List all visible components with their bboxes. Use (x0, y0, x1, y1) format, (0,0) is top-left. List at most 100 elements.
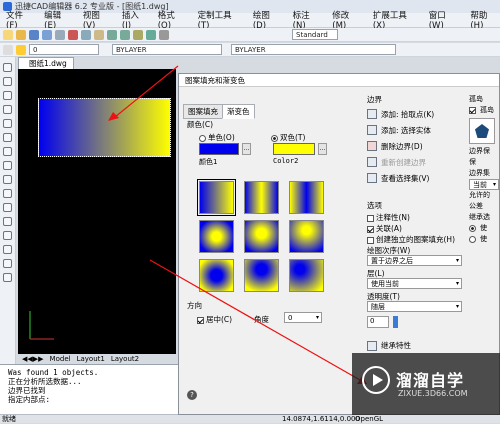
lineweight-combo[interactable]: BYLAYER (231, 44, 396, 55)
document-tab[interactable]: 图纸1.dwg (18, 57, 74, 69)
color1-browse-button[interactable]: … (242, 143, 251, 155)
cut-icon[interactable] (68, 29, 78, 40)
drawing-canvas[interactable] (18, 69, 176, 354)
region-tool-icon[interactable] (3, 203, 12, 212)
annotative-check[interactable] (367, 214, 374, 222)
line-tool-icon[interactable] (3, 63, 12, 72)
gradient-tool-icon[interactable] (3, 189, 12, 198)
boundary-set-select[interactable]: 当前 (469, 179, 499, 190)
islands-panel-partial: 孤岛 孤岛 边界保 保 边界集 当前 允许的 公差 继承选 使 使 (469, 94, 500, 245)
remove-boundary-button[interactable]: 删除边界(D) (367, 138, 465, 154)
hatch-tool-icon[interactable] (3, 175, 12, 184)
status-bar: 就绪 14.0874,1.6114,0.000 OpenGL (0, 414, 500, 423)
view-selection-button[interactable]: 查看选择集(V) (367, 170, 465, 186)
polygon-tool-icon[interactable] (3, 133, 12, 142)
gradient-pattern-invcylinder[interactable] (289, 181, 324, 214)
radio-single[interactable] (199, 134, 206, 142)
transparency-slider-thumb[interactable] (393, 316, 398, 328)
color1-swatch[interactable] (199, 143, 239, 155)
tab-layout2[interactable]: Layout2 (109, 355, 141, 363)
annotative-option[interactable]: 注释性(N) (367, 212, 465, 223)
center-checkbox[interactable]: 居中(C) (197, 314, 232, 325)
spline-tool-icon[interactable] (3, 161, 12, 170)
properties-icon[interactable] (159, 29, 169, 40)
layer-manager-icon[interactable] (3, 44, 13, 55)
island-style-preview[interactable] (469, 118, 495, 144)
associative-option[interactable]: 关联(A) (367, 223, 465, 234)
tab-gradient[interactable]: 渐变色 (222, 104, 255, 119)
table-tool-icon[interactable] (3, 217, 12, 226)
radio-single-label: 单色(O) (208, 133, 235, 142)
block-tool-icon[interactable] (3, 245, 12, 254)
gradient-pattern-invcurved[interactable] (289, 259, 324, 292)
color2-swatch[interactable] (273, 143, 315, 155)
standard-toolbar: Standard (0, 28, 500, 42)
associative-check[interactable] (367, 225, 374, 233)
select-objects-label: 添加: 选择实体 (381, 125, 431, 135)
layer-select[interactable]: 使用当前 (367, 278, 462, 289)
gradient-hatch-rectangle[interactable] (38, 98, 171, 157)
undo-icon[interactable] (107, 29, 117, 40)
open-file-icon[interactable] (16, 29, 26, 40)
tab-hatch[interactable]: 图案填充 (183, 104, 223, 119)
gradient-pattern-hemispherical[interactable] (244, 220, 279, 253)
point-tool-icon[interactable] (3, 259, 12, 268)
polyline-tool-icon[interactable] (3, 77, 12, 86)
save-icon[interactable] (29, 29, 39, 40)
help-icon[interactable]: ? (187, 390, 197, 400)
center-check[interactable] (197, 316, 204, 324)
draw-order-select[interactable]: 置于边界之后 (367, 255, 462, 266)
angle-select[interactable]: 0 (284, 312, 322, 323)
separate-hatch-check[interactable] (367, 236, 374, 244)
rectangle-tool-icon[interactable] (3, 119, 12, 128)
copy-icon[interactable] (81, 29, 91, 40)
tab-nav-arrows[interactable]: ◀◀▶▶ (20, 355, 46, 363)
opengl-indicator[interactable]: OpenGL (355, 415, 383, 423)
inherit-option-radio[interactable] (469, 236, 476, 243)
tab-model[interactable]: Model (48, 355, 73, 363)
gradient-pattern-cylinder[interactable] (244, 181, 279, 214)
redo-icon[interactable] (120, 29, 130, 40)
command-window[interactable]: Was found 1 objects. 正在分析所选数据... 边界已找到 指… (0, 364, 180, 415)
paste-icon[interactable] (94, 29, 104, 40)
far-line: 继承选 (469, 213, 490, 221)
color2-browse-button[interactable]: … (318, 143, 327, 155)
select-objects-button[interactable]: 添加: 选择实体 (367, 122, 465, 138)
ellipse-tool-icon[interactable] (3, 147, 12, 156)
pan-icon[interactable] (133, 29, 143, 40)
direction-group: 方向 (187, 300, 202, 311)
arc-tool-icon[interactable] (3, 105, 12, 114)
text-style-combo[interactable]: Standard (292, 29, 338, 40)
separate-hatch-option[interactable]: 创建独立的图案填充(H) (367, 234, 465, 245)
inherit-option-radio[interactable] (469, 225, 476, 232)
radio-single-color[interactable]: 单色(O) (199, 132, 235, 143)
islands-check[interactable] (469, 107, 476, 114)
gradient-pattern-spherical[interactable] (199, 220, 234, 253)
linetype-combo[interactable]: BYLAYER (112, 44, 222, 55)
gradient-pattern-invspherical[interactable] (199, 259, 234, 292)
pick-points-button[interactable]: 添加: 拾取点(K) (367, 106, 465, 122)
gradient-pattern-curved[interactable] (289, 220, 324, 253)
gradient-pattern-linear[interactable] (197, 179, 236, 216)
color-group: 颜色(C) (187, 119, 213, 130)
new-file-icon[interactable] (3, 29, 13, 40)
layer-combo[interactable]: 0 (29, 44, 99, 55)
preview-icon[interactable] (55, 29, 65, 40)
view-selection-label: 查看选择集(V) (381, 173, 430, 183)
tab-layout1[interactable]: Layout1 (75, 355, 107, 363)
print-icon[interactable] (42, 29, 52, 40)
zoom-icon[interactable] (146, 29, 156, 40)
insert-tool-icon[interactable] (3, 273, 12, 282)
text-tool-icon[interactable] (3, 231, 12, 240)
inherit-properties-button[interactable]: 继承特性 (367, 340, 465, 351)
recreate-boundary-button[interactable]: 重新创建边界 (367, 154, 465, 170)
radio-two-color[interactable]: 双色(T) (271, 132, 305, 143)
gradient-pattern-invhemispherical[interactable] (244, 259, 279, 292)
transparency-value-input[interactable]: 0 (367, 316, 389, 328)
light-bulb-icon[interactable] (16, 44, 26, 55)
properties-toolbar: 0 BYLAYER BYLAYER (0, 43, 500, 57)
circle-tool-icon[interactable] (3, 91, 12, 100)
radio-double[interactable] (271, 134, 278, 142)
transparency-select[interactable]: 随层 (367, 301, 462, 312)
options-group-label: 选项 (367, 201, 382, 210)
